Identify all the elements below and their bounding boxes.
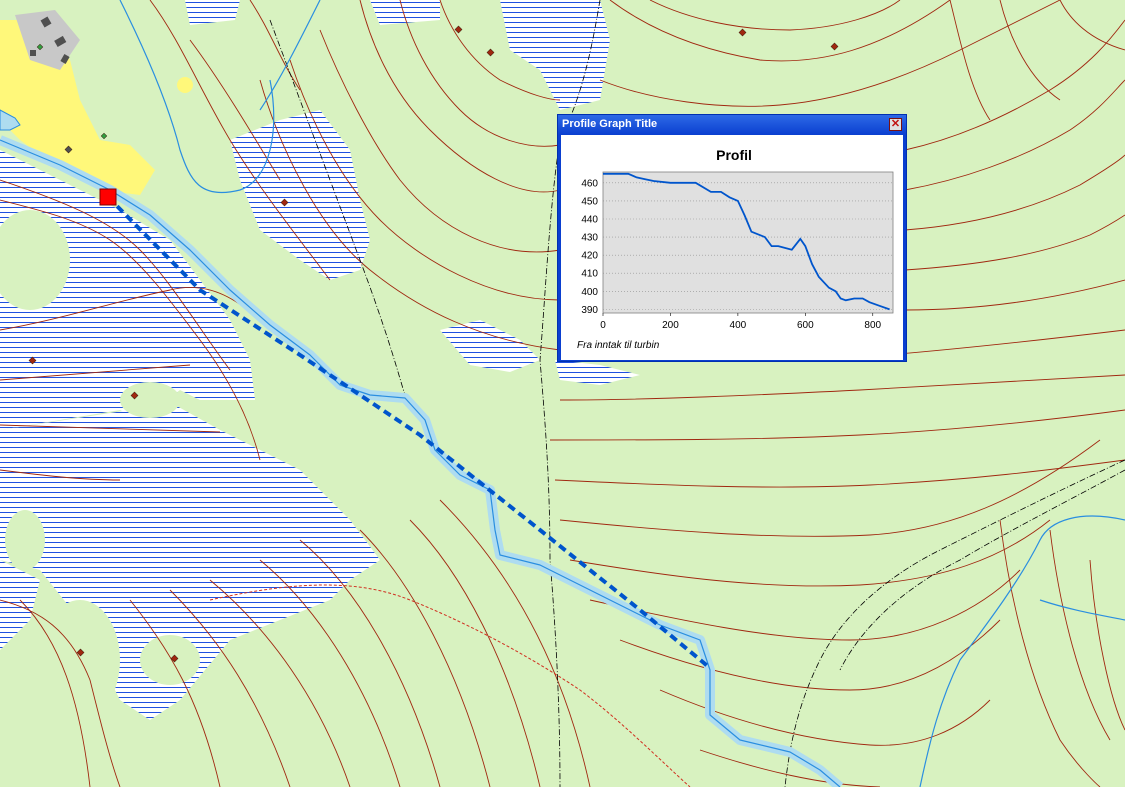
y-tick-label: 460	[581, 178, 598, 189]
y-tick-label: 410	[581, 269, 598, 280]
close-button[interactable]: ✕	[889, 118, 902, 131]
window-title: Profile Graph Title	[562, 118, 658, 130]
window-titlebar[interactable]: Profile Graph Title ✕	[558, 115, 906, 135]
y-tick-label: 390	[581, 305, 598, 316]
x-tick-label: 0	[600, 320, 606, 331]
x-tick-label: 600	[797, 320, 814, 331]
graph-client-area: Profil 390 400 410 420 430 440 450 460 0 200 400 6…	[561, 135, 903, 360]
profile-chart: Profil 390 400 410 420 430 440 450 460 0 200 400 6…	[577, 147, 894, 351]
close-icon: ✕	[890, 118, 901, 130]
x-tick-label: 800	[864, 320, 881, 331]
x-axis: 0 200 400 600 800	[600, 313, 882, 331]
building	[30, 50, 36, 56]
plot-area	[602, 171, 894, 314]
x-tick-label: 400	[730, 320, 747, 331]
profile-graph-window[interactable]: Profile Graph Title ✕ Profil 390 400 410 42…	[557, 114, 907, 362]
y-tick-label: 440	[581, 215, 598, 226]
chart-subtitle: Fra inntak til turbin	[577, 340, 660, 351]
y-axis: 390 400 410 420 430 440 450 460	[581, 178, 598, 316]
y-tick-label: 430	[581, 233, 598, 244]
y-tick-label: 400	[581, 287, 598, 298]
intake-marker[interactable]	[99, 188, 117, 206]
farmland-patch	[177, 77, 193, 93]
x-tick-label: 200	[662, 320, 679, 331]
y-tick-label: 450	[581, 196, 598, 207]
y-tick-label: 420	[581, 251, 598, 262]
chart-title: Profil	[716, 147, 752, 163]
